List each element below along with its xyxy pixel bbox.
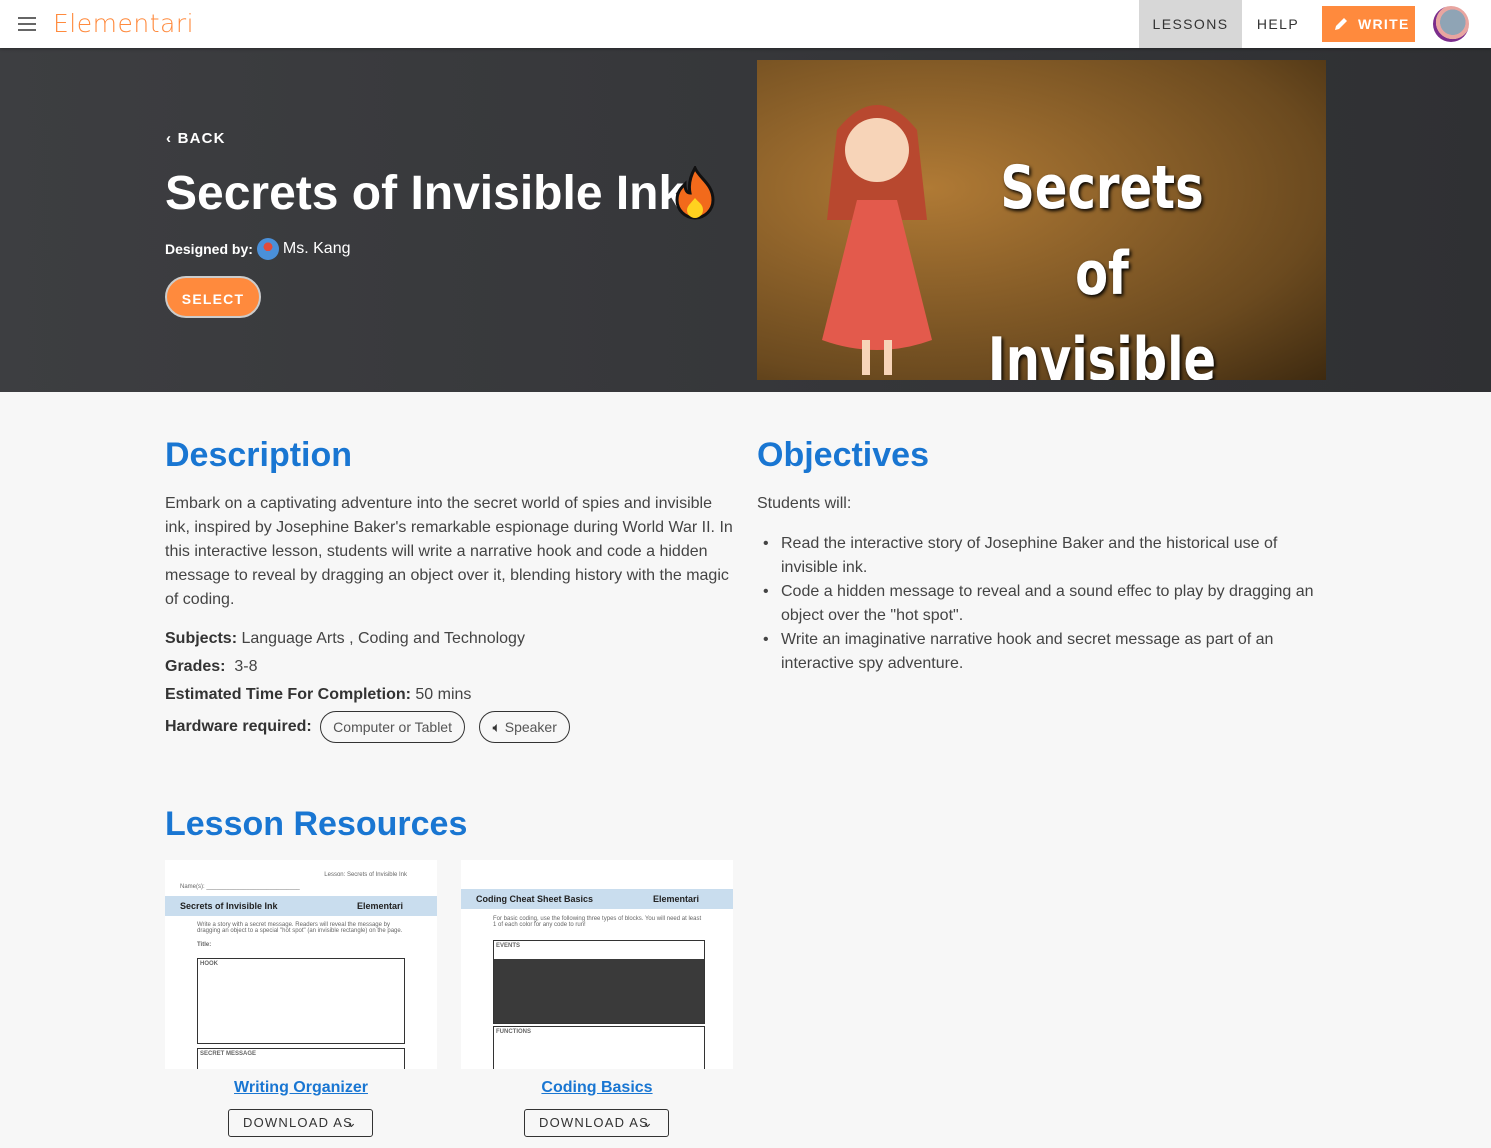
speaker-icon: 🔈︎ (492, 719, 501, 735)
description-heading: Description (165, 436, 353, 474)
objectives-list: Students will: Read the interactive stor… (757, 492, 1317, 676)
objectives-intro: Students will: (757, 495, 852, 512)
subjects-label: Subjects: (165, 630, 238, 647)
girl-illustration (822, 105, 932, 375)
speaker-label: Speaker (504, 719, 557, 735)
resource-thumbnail-coding-basics[interactable]: Coding Cheat Sheet Basics Elementari For … (461, 860, 733, 1069)
pencil-icon (1335, 18, 1347, 30)
select-button[interactable]: SELECT (165, 276, 261, 318)
thumb-top: Lesson: Secrets of Invisible Ink (324, 872, 407, 878)
user-avatar[interactable] (1433, 6, 1469, 42)
thumb-section: EVENTS (493, 940, 705, 1024)
resources-heading: Lesson Resources (165, 805, 468, 843)
thumb-brand: Elementari (356, 901, 403, 911)
chevron-down-icon: ⌄ (345, 1115, 358, 1130)
nav-lessons[interactable]: LESSONS (1139, 0, 1242, 48)
objectives-heading: Objectives (757, 436, 929, 474)
time-row: Estimated Time For Completion: 50 mins (165, 686, 471, 704)
chevron-down-icon: ⌄ (641, 1115, 654, 1130)
download-as-button[interactable]: DOWNLOAD AS ⌄ (524, 1109, 669, 1137)
subjects-row: Subjects: Language Arts , Coding and Tec… (165, 630, 525, 648)
objective-item: Code a hidden message to reveal and a so… (757, 580, 1317, 628)
writing-organizer-link[interactable]: Writing Organizer (165, 1079, 437, 1097)
designer-info: Designed by: Ms. Kang (165, 238, 351, 260)
author-avatar (256, 238, 279, 260)
grades-value: 3-8 (234, 658, 258, 675)
chevron-left-icon: ‹ (166, 130, 178, 147)
download-label: DOWNLOAD AS (243, 1115, 353, 1130)
download-as-button[interactable]: DOWNLOAD AS ⌄ (228, 1109, 373, 1137)
thumb-band: Secrets of Invisible Ink Elementari (165, 896, 437, 916)
download-label: DOWNLOAD AS (539, 1115, 649, 1130)
objective-item: Read the interactive story of Josephine … (757, 532, 1317, 580)
top-bar: Elementari LESSONS HELP WRITE (0, 0, 1491, 48)
thumb-section: HOOK (197, 958, 405, 1044)
thumb-name: Name(s): ____________________________ (180, 884, 300, 890)
nav-help[interactable]: HELP (1246, 0, 1310, 48)
thumb-section: Title: (197, 942, 212, 948)
back-button[interactable]: ‹ BACK (166, 130, 226, 147)
grades-label: Grades: (165, 658, 226, 675)
hero-banner: ‹ BACK Secrets of Invisible Ink Designed… (0, 48, 1491, 392)
subjects-value: Language Arts , Coding and Technology (241, 630, 525, 647)
objective-item: Write an imaginative narrative hook and … (757, 628, 1317, 676)
time-label: Estimated Time For Completion: (165, 686, 411, 703)
coding-basics-link[interactable]: Coding Basics (461, 1079, 733, 1097)
grades-row: Grades: 3-8 (165, 658, 257, 676)
lesson-cover-image: Secrets of Invisible Ink (757, 60, 1326, 380)
lesson-title: Secrets of Invisible Ink (165, 167, 686, 220)
time-value: 50 mins (415, 686, 472, 703)
thumb-intro: For basic coding, use the following thre… (493, 916, 702, 928)
resource-thumbnail-writing-organizer[interactable]: Lesson: Secrets of Invisible Ink Name(s)… (165, 860, 437, 1069)
menu-icon[interactable] (18, 17, 36, 31)
fire-icon (675, 166, 715, 220)
author-name[interactable]: Ms. Kang (283, 240, 351, 258)
write-button[interactable]: WRITE (1322, 6, 1415, 42)
thumb-band: Coding Cheat Sheet Basics Elementari (461, 889, 733, 909)
hardware-chip-speaker: 🔈︎ Speaker (479, 711, 570, 743)
back-label: BACK (177, 130, 226, 147)
thumb-section: FUNCTIONS (493, 1026, 705, 1069)
designed-by-label: Designed by: (165, 241, 253, 257)
thumb-title: Coding Cheat Sheet Basics (476, 894, 594, 904)
description-text: Embark on a captivating adventure into t… (165, 495, 733, 608)
hardware-row: Hardware required: Computer or Tablet 🔈︎… (165, 711, 570, 743)
thumb-section: SECRET MESSAGE (197, 1048, 405, 1069)
hardware-label: Hardware required: (165, 718, 312, 736)
thumb-brand: Elementari (652, 894, 699, 904)
logo[interactable]: Elementari (53, 9, 194, 38)
hardware-chip-computer: Computer or Tablet (320, 711, 465, 743)
cover-title: Secrets of Invisible Ink (987, 153, 1217, 380)
thumb-title: Secrets of Invisible Ink (180, 901, 278, 911)
write-label: WRITE (1358, 16, 1410, 32)
thumb-intro: Write a story with a secret message. Rea… (197, 922, 403, 934)
